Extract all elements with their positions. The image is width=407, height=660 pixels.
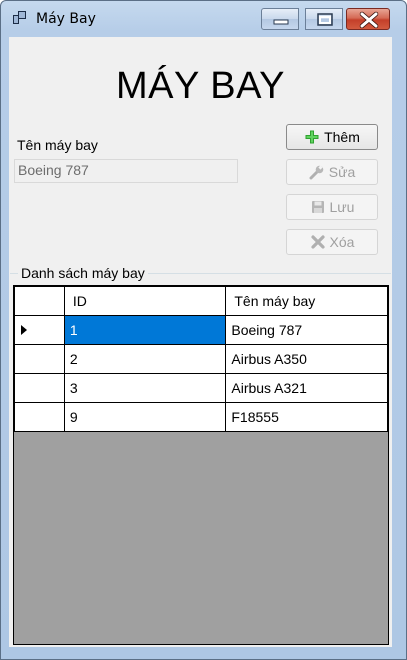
column-header-name[interactable]: Tên máy bay xyxy=(225,286,388,316)
title-bar[interactable]: Máy Bay xyxy=(1,1,406,37)
close-icon xyxy=(359,11,379,29)
row-selector[interactable] xyxy=(14,402,65,432)
form-client-area: MÁY BAY Tên máy bay Boeing 787 Thêm Sửa xyxy=(9,37,392,647)
cell-id[interactable]: 1 xyxy=(63,315,227,345)
table-row[interactable]: 1 Boeing 787 xyxy=(14,315,388,345)
save-button-label: Lưu xyxy=(329,199,355,215)
cell-id[interactable]: 2 xyxy=(63,344,227,374)
column-header-id[interactable]: ID xyxy=(63,286,227,316)
cell-name[interactable]: Airbus A350 xyxy=(225,344,388,374)
app-icon xyxy=(13,11,26,24)
wrench-icon xyxy=(309,165,324,180)
current-row-arrow-icon xyxy=(21,325,27,335)
minimize-button[interactable] xyxy=(261,8,299,30)
add-button-label: Thêm xyxy=(324,129,360,145)
edit-button-label: Sửa xyxy=(328,164,356,180)
table-row[interactable]: 2 Airbus A350 xyxy=(14,344,388,374)
row-header-column[interactable] xyxy=(14,286,65,316)
name-input[interactable]: Boeing 787 xyxy=(14,159,238,183)
table-row[interactable]: 9 F18555 xyxy=(14,402,388,432)
aircraft-data-grid[interactable]: ID Tên máy bay 1 Boeing 787 2 Airbus A35… xyxy=(13,285,389,645)
delete-button[interactable]: Xóa xyxy=(286,229,378,255)
cell-name[interactable]: F18555 xyxy=(225,402,388,432)
edit-button[interactable]: Sửa xyxy=(286,159,378,185)
name-label: Tên máy bay xyxy=(17,137,98,153)
cell-id[interactable]: 9 xyxy=(63,402,227,432)
aircraft-table: ID Tên máy bay 1 Boeing 787 2 Airbus A35… xyxy=(14,286,388,432)
row-selector[interactable] xyxy=(14,344,65,374)
close-button[interactable] xyxy=(346,8,390,30)
minimize-icon xyxy=(273,19,289,25)
cell-name[interactable]: Airbus A321 xyxy=(225,373,388,403)
aircraft-list-group-label: Danh sách máy bay xyxy=(18,265,148,281)
cell-id[interactable]: 3 xyxy=(63,373,227,403)
maximize-icon xyxy=(317,13,333,26)
row-selector[interactable] xyxy=(14,373,65,403)
table-row[interactable]: 3 Airbus A321 xyxy=(14,373,388,403)
plus-icon xyxy=(305,130,319,144)
app-window: Máy Bay MÁY BAY Tên máy bay Boeing 787 T… xyxy=(0,0,407,660)
save-button[interactable]: Lưu xyxy=(286,194,378,220)
row-selector[interactable] xyxy=(14,315,65,345)
page-title: MÁY BAY xyxy=(116,65,285,107)
cell-name[interactable]: Boeing 787 xyxy=(225,315,388,345)
add-button[interactable]: Thêm xyxy=(286,124,378,150)
maximize-button[interactable] xyxy=(305,8,343,30)
window-title: Máy Bay xyxy=(36,11,96,27)
floppy-disk-icon xyxy=(311,201,324,213)
delete-button-label: Xóa xyxy=(329,234,355,250)
x-icon xyxy=(310,235,325,249)
table-header-row: ID Tên máy bay xyxy=(14,286,388,316)
